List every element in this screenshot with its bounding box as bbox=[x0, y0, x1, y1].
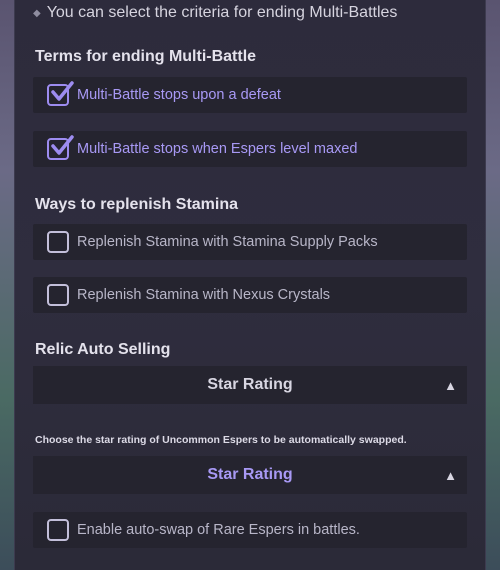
option-label: Multi-Battle stops when Espers level max… bbox=[77, 141, 358, 157]
swap-note: Choose the star rating of Uncommon Esper… bbox=[35, 434, 407, 446]
option-label: Replenish Stamina with Stamina Supply Pa… bbox=[77, 234, 378, 250]
checkbox-icon[interactable] bbox=[47, 231, 69, 253]
stamina-section-title: Ways to replenish Stamina bbox=[35, 196, 239, 213]
select-label: Star Rating bbox=[207, 466, 293, 483]
triangle-up-icon: ▲ bbox=[444, 468, 457, 483]
triangle-up-icon: ▲ bbox=[444, 378, 457, 393]
option-label: Multi-Battle stops upon a defeat bbox=[77, 87, 281, 103]
relic-section-title: Relic Auto Selling bbox=[35, 341, 171, 358]
uncommon-swap-star-rating-select[interactable]: Star Rating ▲ bbox=[33, 456, 467, 494]
option-stop-on-defeat[interactable]: Multi-Battle stops upon a defeat bbox=[33, 77, 467, 113]
checkbox-icon[interactable] bbox=[47, 519, 69, 541]
option-nexus-crystals[interactable]: Replenish Stamina with Nexus Crystals bbox=[33, 277, 467, 313]
option-label: Replenish Stamina with Nexus Crystals bbox=[77, 287, 331, 303]
terms-section-title: Terms for ending Multi-Battle bbox=[35, 48, 257, 65]
background-left-edge bbox=[0, 0, 14, 570]
checkbox-checked-icon[interactable] bbox=[47, 81, 74, 106]
diamond-bullet-icon: ◆ bbox=[33, 7, 41, 19]
checkbox-icon[interactable] bbox=[47, 284, 69, 306]
option-label: Enable auto-swap of Rare Espers in battl… bbox=[77, 522, 360, 538]
background-right-edge bbox=[486, 0, 500, 570]
option-stop-on-max-level[interactable]: Multi-Battle stops when Espers level max… bbox=[33, 131, 467, 167]
option-rare-auto-swap[interactable]: Enable auto-swap of Rare Espers in battl… bbox=[33, 512, 467, 548]
intro-label: You can select the criteria for ending M… bbox=[46, 4, 398, 21]
option-stamina-supply-packs[interactable]: Replenish Stamina with Stamina Supply Pa… bbox=[33, 224, 467, 260]
relic-star-rating-select[interactable]: Star Rating ▲ bbox=[33, 366, 467, 404]
intro-text: ◆ You can select the criteria for ending… bbox=[33, 4, 397, 22]
select-label: Star Rating bbox=[207, 376, 293, 393]
checkbox-checked-icon[interactable] bbox=[47, 135, 74, 160]
multi-battle-settings-panel: ◆ You can select the criteria for ending… bbox=[14, 0, 486, 570]
